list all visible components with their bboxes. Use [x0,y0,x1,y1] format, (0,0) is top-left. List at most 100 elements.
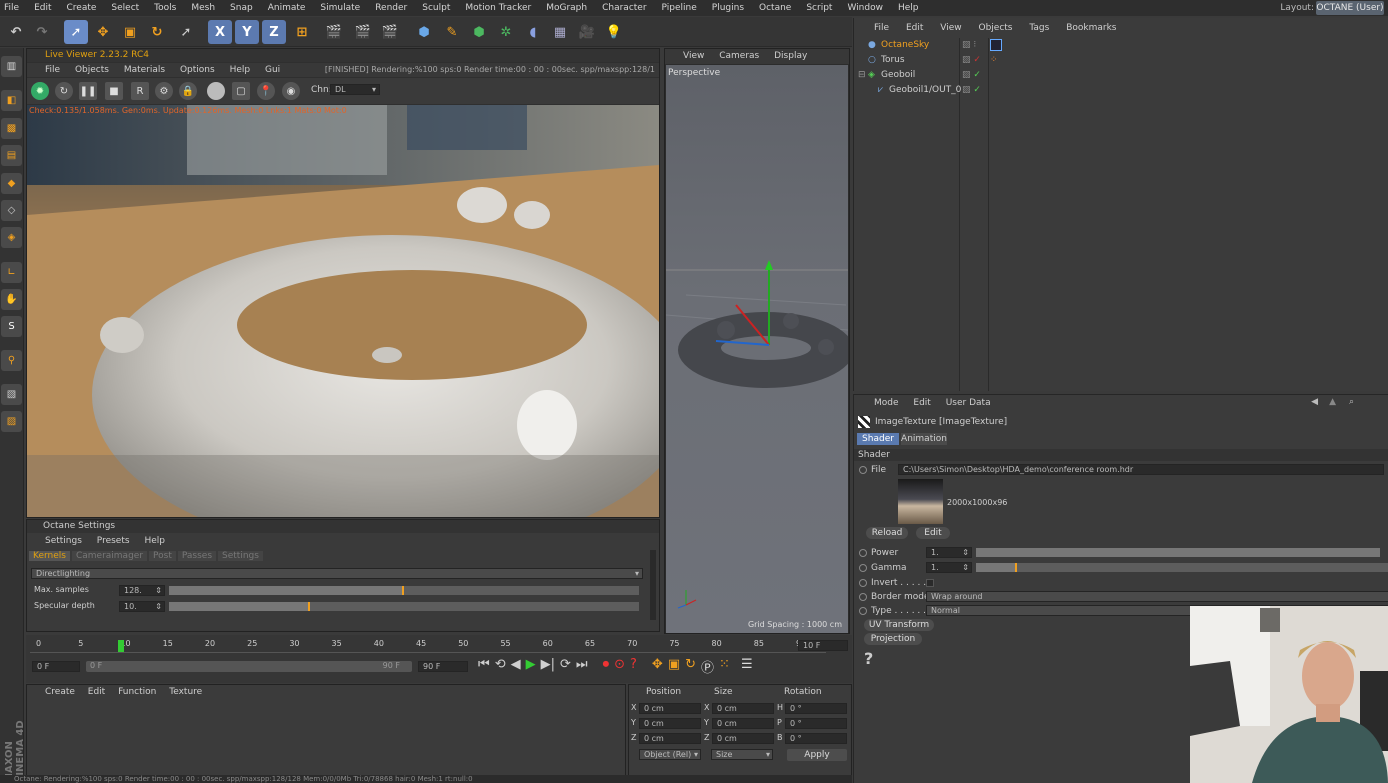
pause-icon[interactable]: ❚❚ [79,82,97,100]
playhead[interactable] [118,640,124,652]
undo-icon[interactable]: ↶ [4,20,28,44]
specular-depth-field[interactable]: 10. ⇕ [119,601,165,612]
vp-menu-view[interactable]: View [683,51,704,61]
menu-file[interactable]: File [4,3,19,13]
edit-button[interactable]: Edit [916,527,950,539]
lock-icon[interactable]: 🔒 [179,82,197,100]
om-menu-edit[interactable]: Edit [906,23,923,33]
key-rotation-icon[interactable]: ↻ [685,657,696,676]
gamma-anim-dot[interactable] [859,564,867,572]
menu-mograph[interactable]: MoGraph [546,3,587,13]
y-axis-icon[interactable]: Y [235,20,259,44]
rotation-field[interactable]: 0 ° [785,733,847,744]
menu-octane[interactable]: Octane [759,3,791,13]
am-menu-mode[interactable]: Mode [874,398,899,408]
render-settings-icon[interactable]: 🎬 [378,20,402,44]
menu-sculpt[interactable]: Sculpt [422,3,450,13]
visibility-icon[interactable]: ▨ ✓ [962,68,981,83]
back-arrow-icon[interactable]: ◀ [1311,397,1318,407]
invert-anim-dot[interactable] [859,579,867,587]
menu-tools[interactable]: Tools [154,3,176,13]
workplane-icon[interactable]: ▤ [1,145,22,166]
up-arrow-icon[interactable]: ▲ [1329,397,1336,407]
coordinate-mode-select[interactable]: Object (Rel) ▾ [639,749,701,760]
invert-checkbox[interactable] [926,579,934,587]
render-output[interactable] [27,105,659,517]
object-row-octanesky[interactable]: ● OctaneSky ▨ ⁝ [854,38,1388,53]
timeline-ruler[interactable]: 051015202530354045505560657075808590 [30,637,826,653]
tab-kernels[interactable]: Kernels [29,551,70,561]
pin-icon[interactable]: 📍 [257,82,275,100]
tab-cameraimager[interactable]: Cameraimager [71,551,148,561]
menu-script[interactable]: Script [806,3,832,13]
previous-key-icon[interactable]: ⟲ [495,657,506,676]
points-mode-icon[interactable]: ◆ [1,173,22,194]
visibility-icon[interactable]: ▨ ⁝ [962,38,976,53]
border-anim-dot[interactable] [859,593,867,601]
menu-edit[interactable]: Edit [34,3,51,13]
max-samples-slider[interactable] [169,586,639,595]
menu-render[interactable]: Render [375,3,407,13]
camera-icon[interactable]: 🎥 [575,20,599,44]
tab-settings[interactable]: Settings [218,551,263,561]
om-menu-objects[interactable]: Objects [978,23,1012,33]
uv-transform-button[interactable]: UV Transform [864,619,934,631]
key-parameter-icon[interactable]: Ⓟ [701,657,714,676]
os-menu-presets[interactable]: Presets [97,536,130,546]
live-select-icon[interactable]: ➚ [174,20,198,44]
vp-menu-display[interactable]: Display [774,51,807,61]
help-icon[interactable]: ? [864,649,873,668]
edges-mode-icon[interactable]: ◇ [1,200,22,221]
tag-icon[interactable]: ⁘ [990,53,998,68]
os-scrollbar[interactable] [650,550,656,620]
channel-select[interactable]: DL ▾ [330,84,380,95]
tab-passes[interactable]: Passes [177,551,217,561]
menu-window[interactable]: Window [847,3,883,13]
key-scale-icon[interactable]: ▣ [668,657,680,676]
coordinate-system-icon[interactable]: ⊞ [290,20,314,44]
z-axis-icon[interactable]: Z [262,20,286,44]
apply-button[interactable]: Apply [787,749,847,761]
rotation-field[interactable]: 0 ° [785,703,847,714]
render-view-icon[interactable]: 🎬 [322,20,346,44]
tab-shader[interactable]: Shader [857,433,899,445]
lv-menu-gui[interactable]: Gui [265,65,280,75]
array-icon[interactable]: ✲ [494,20,518,44]
tab-post[interactable]: Post [149,551,176,561]
om-menu-tags[interactable]: Tags [1029,23,1049,33]
power-slider[interactable] [976,548,1380,557]
play-icon[interactable]: ▶ [526,657,536,676]
subdivision-icon[interactable]: ⬢ [467,20,491,44]
pick-focus-icon[interactable]: ◉ [282,82,300,100]
range-slider[interactable]: 0 F 90 F [86,661,412,672]
object-row-geoboil-out[interactable]: ⩗ Geoboil1/OUT_0 ▨ ✓ [854,83,1388,98]
power-field[interactable]: 1. ⇕ [926,547,972,558]
menu-help[interactable]: Help [898,3,919,13]
max-samples-field[interactable]: 128. ⇕ [119,585,165,596]
restart-icon[interactable]: ↻ [55,82,73,100]
move-icon[interactable]: ✥ [91,20,115,44]
render-picture-viewer-icon[interactable]: 🎬 [351,20,375,44]
mat-menu-texture[interactable]: Texture [169,687,202,697]
x-axis-icon[interactable]: X [208,20,232,44]
go-to-start-icon[interactable]: ⏮ [478,657,490,676]
tweak-mode-icon[interactable]: ✋ [1,289,22,310]
go-to-end-icon[interactable]: ⏭ [576,657,588,676]
mat-menu-function[interactable]: Function [118,687,156,697]
om-menu-bookmarks[interactable]: Bookmarks [1066,23,1116,33]
file-path-field[interactable]: C:\Users\Simon\Desktop\HDA_demo\conferen… [898,464,1384,475]
timeline-menu-icon[interactable]: ☰ [741,657,753,676]
am-menu-edit[interactable]: Edit [913,398,930,408]
om-menu-file[interactable]: File [874,23,889,33]
reload-button[interactable]: Reload [866,527,908,539]
step-forward-icon[interactable]: ▶| [541,657,555,676]
next-key-icon[interactable]: ⟳ [560,657,571,676]
keyframe-selection-icon[interactable]: ? [630,657,637,676]
settings-gear-icon[interactable]: ⚙ [155,82,173,100]
region-render-icon[interactable]: R [131,82,149,100]
key-position-icon[interactable]: ✥ [652,657,663,676]
projection-button[interactable]: Projection [864,633,922,645]
rotation-field[interactable]: 0 ° [785,718,847,729]
scale-icon[interactable]: ▣ [118,20,142,44]
record-icon[interactable]: ⏺ [603,657,610,676]
